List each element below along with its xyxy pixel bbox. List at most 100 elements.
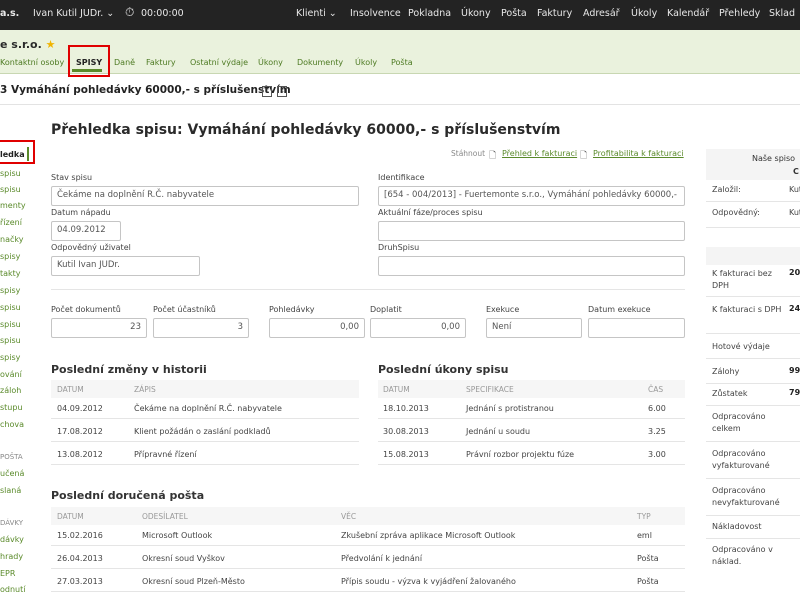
nav-kalendar[interactable]: Kalendář: [667, 8, 709, 19]
sidebar-item[interactable]: hrady: [0, 552, 23, 561]
user-menu[interactable]: Ivan Kutil JUDr. ⌄: [33, 8, 114, 19]
sidebar-item[interactable]: spisy: [0, 286, 20, 295]
sidebar-item[interactable]: EPR: [0, 569, 15, 578]
sidebar-item[interactable]: spisu: [0, 336, 21, 345]
odpovedny-field[interactable]: Kutil Ivan JUDr.: [51, 256, 200, 276]
panel-label-zustatek: Zůstatek: [712, 389, 748, 398]
row-divider: [706, 201, 800, 202]
sidebar-item[interactable]: spisy: [0, 252, 20, 261]
row-divider: [51, 545, 685, 546]
ukony-col-cas: ČAS: [648, 385, 664, 394]
posta-cell: Okresní soud Plzeň-Město: [142, 577, 245, 586]
druh-spisu-field[interactable]: [378, 256, 685, 276]
nav-sklad[interactable]: Sklad: [769, 8, 795, 19]
sidebar-section-posta: POŠTA: [0, 453, 23, 461]
posta-cell: 15.02.2016: [57, 531, 103, 540]
nav-pokladna[interactable]: Pokladna: [408, 8, 451, 19]
download-profitabilita-link[interactable]: Profitabilita k fakturaci: [593, 149, 684, 158]
tab-faktury[interactable]: Faktury: [146, 58, 176, 67]
stat-doplatit-field: 0,00: [370, 318, 466, 338]
sidebar-item[interactable]: řízení: [0, 218, 22, 227]
sidebar-item[interactable]: načky: [0, 235, 23, 244]
tab-ukony[interactable]: Úkony: [258, 58, 283, 67]
row-divider: [706, 227, 800, 228]
history-cell: 04.09.2012: [57, 404, 103, 413]
sidebar-item[interactable]: takty: [0, 269, 21, 278]
nav-faktury[interactable]: Faktury: [537, 8, 572, 19]
stav-field[interactable]: Čekáme na doplnění R.Č. nabyvatele: [51, 186, 359, 206]
panel-value-odpovedny: Kutil I: [789, 208, 800, 217]
stat-dokumenty-field: 23: [51, 318, 147, 338]
tab-ostatni-vydaje[interactable]: Ostatní výdaje: [190, 58, 248, 67]
tab-dane[interactable]: Daně: [114, 58, 135, 67]
panel-value-fakturaci-s-dph: 24.: [789, 304, 800, 313]
edit-icon[interactable]: ↑: [262, 86, 272, 97]
druh-spisu-label: DruhSpisu: [378, 243, 420, 252]
sidebar-item[interactable]: spisu: [0, 303, 21, 312]
page-title: Přehledka spisu: Vymáhání pohledávky 600…: [51, 122, 561, 138]
posta-cell: eml: [637, 531, 652, 540]
top-navigation-bar: a.s. Ivan Kutil JUDr. ⌄ ⏱ 00:00:00 Klien…: [0, 0, 800, 30]
posta-col-datum: DATUM: [57, 512, 84, 521]
panel-label-zalozil: Založil:: [712, 185, 741, 194]
download-prehled-link[interactable]: Přehled k fakturaci: [502, 149, 577, 158]
highlight-prehledka: [0, 140, 35, 164]
sidebar-item[interactable]: dávky: [0, 535, 24, 544]
panel-label-odpracovano-celkem: Odpracováno celkem: [712, 412, 766, 433]
identifikace-field[interactable]: [654 - 004/2013] - Fuertemonte s.r.o., V…: [378, 186, 685, 206]
sidebar-section-davky: DÁVKY: [0, 519, 24, 527]
posta-cell: Zkušební zpráva aplikace Microsoft Outlo…: [341, 531, 516, 540]
panel-label-fakturaci-s-dph: K fakturaci s DPH: [712, 305, 782, 314]
stat-exekuce-label: Exekuce: [486, 305, 520, 314]
posta-cell: Pošta: [637, 577, 659, 586]
nav-prehledy[interactable]: Přehledy: [719, 8, 760, 19]
ukony-cell: 30.08.2013: [383, 427, 429, 436]
row-divider: [706, 538, 800, 539]
sidebar-item[interactable]: spisu: [0, 320, 21, 329]
tab-ukoly[interactable]: Úkoly: [355, 58, 377, 67]
timer-display: 00:00:00: [141, 8, 184, 19]
company-name: a.s.: [0, 8, 20, 19]
sidebar-item[interactable]: chova: [0, 420, 24, 429]
nav-posta[interactable]: Pošta: [501, 8, 527, 19]
tab-dokumenty[interactable]: Dokumenty: [297, 58, 343, 67]
sidebar-item[interactable]: menty: [0, 201, 26, 210]
tab-posta[interactable]: Pošta: [391, 58, 413, 67]
sidebar-item[interactable]: spisy: [0, 353, 20, 362]
sidebar-item[interactable]: učená: [0, 469, 24, 478]
stopwatch-icon[interactable]: ⏱: [125, 5, 134, 20]
downloads-label: Stáhnout: [451, 149, 486, 158]
datum-napadu-field[interactable]: 04.09.2012: [51, 221, 121, 241]
sidebar-item[interactable]: ování: [0, 370, 22, 379]
history-col-zapis: ZÁPIS: [134, 385, 156, 394]
nav-insolvence[interactable]: Insolvence: [350, 8, 401, 19]
faze-field[interactable]: [378, 221, 685, 241]
ukony-cell: 6.00: [648, 404, 666, 413]
row-divider: [706, 441, 800, 442]
posta-cell: 26.04.2013: [57, 554, 103, 563]
panel-header-sub: C: [793, 167, 799, 176]
nav-adresar[interactable]: Adresář: [583, 8, 620, 19]
sidebar-item[interactable]: spisu: [0, 169, 21, 178]
star-icon[interactable]: ★: [46, 38, 56, 51]
row-divider: [378, 418, 685, 419]
sidebar-item[interactable]: spisu: [0, 185, 21, 194]
tab-kontaktni-osoby[interactable]: Kontaktní osoby: [0, 58, 64, 67]
divider: [51, 289, 685, 290]
panel-fin-header: [706, 247, 800, 265]
identifikace-label: Identifikace: [378, 173, 425, 182]
stat-datum-exekuce-label: Datum exekuce: [588, 305, 651, 314]
nav-ukony[interactable]: Úkony: [461, 8, 491, 19]
posta-cell: Pošta: [637, 554, 659, 563]
nav-ukoly[interactable]: Úkoly: [631, 8, 657, 19]
sidebar-item[interactable]: odnutí: [0, 585, 25, 594]
sidebar-item[interactable]: stupu: [0, 403, 23, 412]
sidebar-item[interactable]: slaná: [0, 486, 21, 495]
posta-cell: Přípis soudu - výzva k vyjádření žalovan…: [341, 577, 516, 586]
copy-icon[interactable]: ↕: [277, 86, 287, 97]
ukony-title: Poslední úkony spisu: [378, 363, 509, 376]
row-divider: [706, 333, 800, 334]
stat-doplatit-label: Doplatit: [370, 305, 402, 314]
nav-klienti[interactable]: Klienti ⌄: [296, 8, 337, 19]
sidebar-item[interactable]: záloh: [0, 386, 21, 395]
